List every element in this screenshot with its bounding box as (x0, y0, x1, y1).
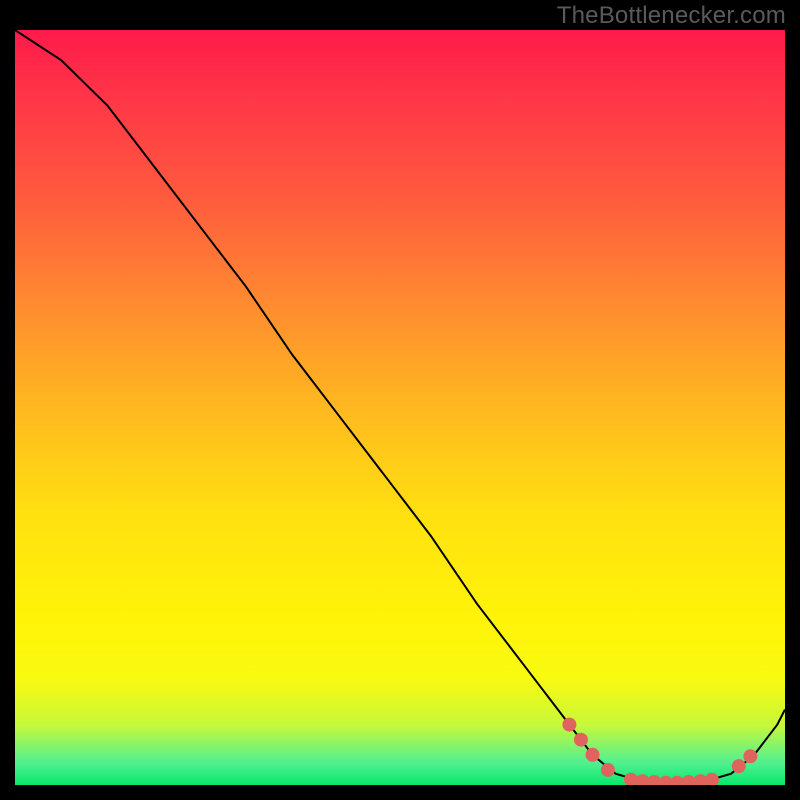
plot-area (15, 30, 785, 785)
data-marker (562, 718, 576, 732)
chart-frame: TheBottlenecker.com (0, 0, 800, 800)
data-marker (743, 749, 757, 763)
data-marker (586, 748, 600, 762)
data-marker (601, 763, 615, 777)
curve-layer (15, 30, 785, 785)
data-marker (705, 773, 719, 785)
watermark-text: TheBottlenecker.com (557, 2, 786, 30)
data-marker (732, 759, 746, 773)
data-marker (574, 733, 588, 747)
bottleneck-curve (15, 30, 785, 783)
